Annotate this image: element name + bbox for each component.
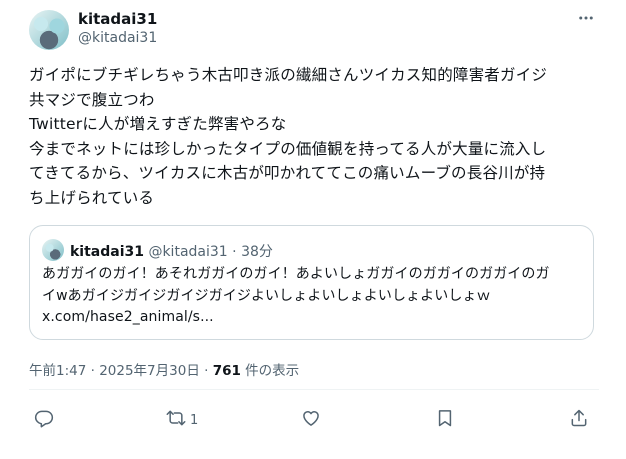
action-bar: 1 bbox=[0, 405, 626, 435]
like-button[interactable] bbox=[301, 405, 321, 435]
tweet-time[interactable]: 午前1:47 bbox=[29, 363, 86, 379]
reply-button[interactable] bbox=[34, 405, 54, 435]
quote-header: kitadai31 @kitadai31 · 38分 bbox=[70, 241, 273, 261]
meta-separator: · bbox=[86, 363, 100, 379]
quote-time: 38分 bbox=[241, 244, 273, 260]
meta-separator-2: · bbox=[199, 363, 213, 379]
tweet-meta: 午前1:47 · 2025年7月30日 · 761 件の表示 bbox=[29, 359, 299, 379]
share-icon bbox=[569, 408, 589, 432]
quote-text: あガガイのガイ！あそれガガイのガイ！あよいしょガガイのガガイのガガイのガ イwあ… bbox=[42, 266, 550, 325]
avatar[interactable] bbox=[29, 10, 69, 50]
author-handle[interactable]: @kitadai31 bbox=[78, 30, 157, 46]
bookmark-button[interactable] bbox=[435, 405, 455, 435]
heart-icon bbox=[301, 408, 321, 432]
quote-avatar bbox=[42, 239, 64, 261]
divider bbox=[29, 389, 599, 390]
tweet-date[interactable]: 2025年7月30日 bbox=[99, 363, 200, 379]
share-button[interactable] bbox=[569, 405, 589, 435]
bookmark-icon bbox=[435, 408, 455, 432]
quote-display-name: kitadai31 bbox=[70, 244, 144, 260]
views-count: 761 bbox=[212, 363, 241, 379]
reply-icon bbox=[34, 408, 54, 432]
quoted-tweet[interactable]: kitadai31 @kitadai31 · 38分 あガガイのガイ！あそれガガ… bbox=[29, 225, 594, 340]
quote-separator: · bbox=[227, 244, 242, 260]
views-label: 件の表示 bbox=[240, 363, 300, 379]
retweet-icon bbox=[166, 408, 186, 432]
quote-handle: @kitadai31 bbox=[148, 244, 228, 260]
retweet-button[interactable]: 1 bbox=[166, 405, 198, 435]
tweet-text: ガイポにブチギレちゃう木古叩き派の繊細さんツイカス知的障害者ガイジ 共マジで腹立… bbox=[29, 66, 548, 207]
more-options-icon[interactable] bbox=[573, 8, 599, 28]
retweet-count: 1 bbox=[190, 412, 199, 428]
author-display-name[interactable]: kitadai31 bbox=[78, 10, 157, 28]
